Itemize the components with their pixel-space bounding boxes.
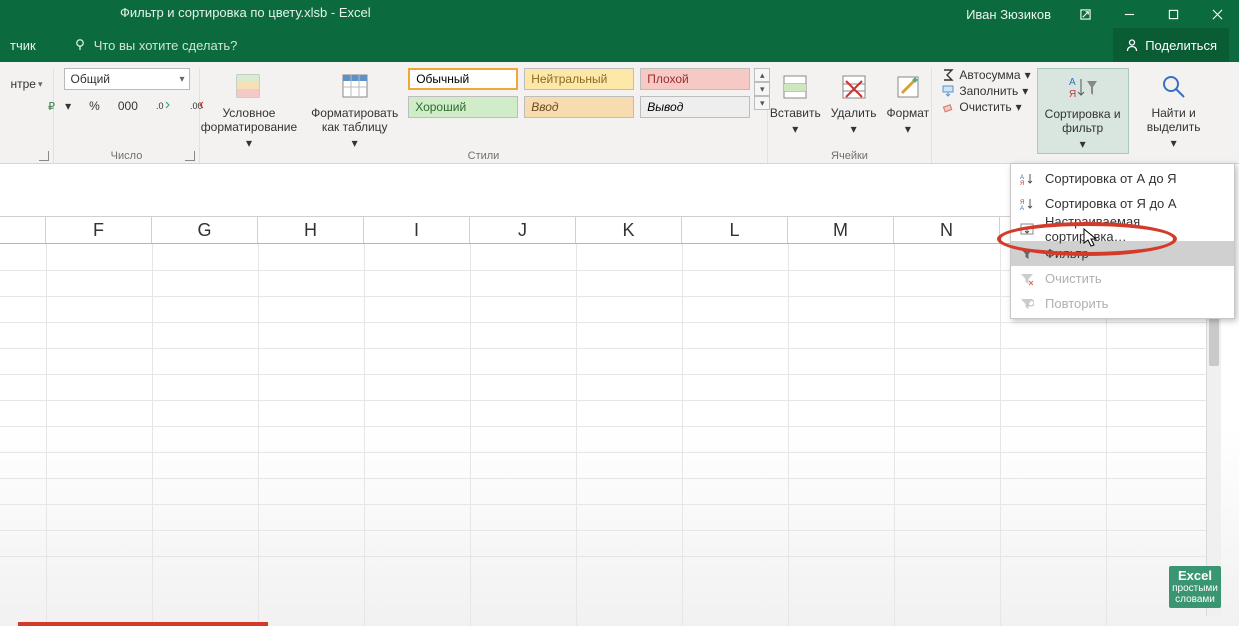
person-icon (1125, 38, 1139, 52)
conditional-formatting-button[interactable]: Условное форматирование▾ (197, 68, 301, 152)
insert-button[interactable]: Вставить▾ (766, 68, 825, 138)
column-header[interactable]: J (470, 217, 576, 243)
channel-watermark: Excel простыми словами (1169, 566, 1221, 608)
format-cell-icon (894, 73, 922, 101)
funnel-clear-icon (1020, 272, 1034, 286)
group-editing: Автосумма ▾ Заполнить ▾ Очистить ▾ АЯ Со… (932, 68, 1222, 163)
sort-filter-button[interactable]: АЯ Сортировка и фильтр▾ (1037, 68, 1129, 154)
sigma-icon (941, 68, 955, 82)
window-controls: Иван Зюзиков (966, 0, 1239, 28)
account-name[interactable]: Иван Зюзиков (966, 7, 1051, 22)
progress-bar (18, 622, 268, 626)
menu-clear-filter: Очистить (1011, 266, 1234, 291)
conditional-formatting-icon (234, 72, 264, 102)
fill-down-icon (941, 84, 955, 98)
tell-me-placeholder: Что вы хотите сделать? (94, 38, 238, 53)
delete-button[interactable]: Удалить▾ (827, 68, 881, 138)
svg-text:А: А (1020, 206, 1024, 211)
comma-format-button[interactable]: 000 (113, 96, 143, 116)
svg-text:Я: Я (1020, 181, 1024, 186)
ribbon-tab-partial[interactable]: тчик (4, 38, 42, 53)
minimize-button[interactable] (1107, 0, 1151, 28)
delete-cells-icon (840, 73, 868, 101)
eraser-icon (941, 100, 955, 114)
number-format-value: Общий (71, 72, 111, 86)
ribbon: нтре ▾ Общий ▾ ₽▾ % 000 .0 .00 (0, 62, 1239, 164)
dialog-launcher-icon[interactable] (39, 151, 49, 161)
cell-style-bad[interactable]: Плохой (640, 68, 750, 90)
group-label: Число (54, 150, 199, 163)
magnifier-icon (1159, 72, 1189, 102)
menu-filter[interactable]: Фильтр (1011, 241, 1234, 266)
group-number: Общий ▾ ₽▾ % 000 .0 .00 Число (54, 68, 200, 163)
sort-za-icon: ЯА (1020, 197, 1034, 211)
percent-format-button[interactable]: % (84, 96, 105, 116)
file-name: Фильтр и сортировка по цвету.xlsb (120, 5, 327, 20)
clear-button[interactable]: Очистить ▾ (941, 100, 1021, 114)
cell-style-good[interactable]: Хороший (408, 96, 518, 118)
column-header[interactable]: L (682, 217, 788, 243)
svg-text:А: А (1069, 77, 1076, 88)
close-button[interactable] (1195, 0, 1239, 28)
window-title: Фильтр и сортировка по цвету.xlsb - Exce… (120, 5, 371, 20)
column-header[interactable]: I (364, 217, 470, 243)
funnel-reapply-icon (1020, 297, 1034, 311)
column-header-partial[interactable] (0, 217, 46, 243)
group-styles: Условное форматирование▾ Форматировать к… (200, 68, 768, 163)
increase-decimal-icon: .0 (156, 99, 172, 113)
lightbulb-icon (74, 38, 88, 52)
cell-style-neutral[interactable]: Нейтральный (524, 68, 634, 90)
group-label: Ячейки (768, 150, 931, 163)
svg-text:.0: .0 (156, 101, 164, 111)
column-header[interactable]: N (894, 217, 1000, 243)
cell-style-input[interactable]: Ввод (524, 96, 634, 118)
sort-az-icon: АЯ (1020, 172, 1034, 186)
cell-style-normal[interactable]: Обычный (408, 68, 518, 90)
format-button[interactable]: Формат▾ (883, 68, 934, 138)
menu-sort-az[interactable]: АЯ Сортировка от А до Я (1011, 166, 1234, 191)
find-select-button[interactable]: Найти и выделить▾ (1135, 68, 1213, 152)
menu-custom-sort[interactable]: Настраиваемая сортировка… (1011, 216, 1234, 241)
menu-sort-za[interactable]: ЯА Сортировка от Я до А (1011, 191, 1234, 216)
column-header[interactable]: M (788, 217, 894, 243)
fill-button[interactable]: Заполнить ▾ (941, 84, 1028, 98)
format-as-table-icon (340, 72, 370, 102)
share-label: Поделиться (1145, 38, 1217, 53)
sort-filter-menu: АЯ Сортировка от А до Я ЯА Сортировка от… (1010, 163, 1235, 319)
column-header[interactable]: K (576, 217, 682, 243)
dialog-launcher-icon[interactable] (185, 151, 195, 161)
group-label: Стили (200, 150, 767, 163)
column-header[interactable]: G (152, 217, 258, 243)
accounting-format-button[interactable]: ₽▾ (42, 96, 76, 116)
custom-sort-icon (1020, 222, 1034, 236)
dropdown-arrow-icon: ▾ (38, 79, 43, 90)
increase-decimal-button[interactable]: .0 (151, 96, 177, 116)
column-header[interactable]: H (258, 217, 364, 243)
share-button[interactable]: Поделиться (1113, 28, 1229, 62)
number-format-dropdown[interactable]: Общий ▾ (64, 68, 190, 90)
cell-styles-gallery: Обычный Нейтральный Плохой Хороший Ввод … (408, 68, 750, 118)
group-cells: Вставить▾ Удалить▾ Формат▾ Ячейки (768, 68, 932, 163)
currency-icon: ₽ (47, 99, 63, 113)
editing-stack: Автосумма ▾ Заполнить ▾ Очистить ▾ (941, 68, 1030, 114)
sort-filter-icon: АЯ (1067, 73, 1099, 103)
maximize-button[interactable] (1151, 0, 1195, 28)
app-name: Excel (339, 5, 371, 20)
ribbon-tabs-bar: тчик Что вы хотите сделать? Поделиться (0, 28, 1239, 62)
cell-style-output[interactable]: Вывод (640, 96, 750, 118)
tell-me-box[interactable]: Что вы хотите сделать? (74, 38, 238, 53)
funnel-icon (1020, 247, 1034, 261)
insert-cells-icon (781, 73, 809, 101)
autosum-button[interactable]: Автосумма ▾ (941, 68, 1030, 82)
format-as-table-button[interactable]: Форматировать как таблицу▾ (307, 68, 402, 152)
merge-center-button[interactable]: нтре ▾ (6, 74, 48, 94)
column-header[interactable]: F (46, 217, 152, 243)
svg-text:Я: Я (1069, 89, 1076, 100)
title-bar: Фильтр и сортировка по цвету.xlsb - Exce… (0, 0, 1239, 28)
ribbon-display-options-button[interactable] (1063, 0, 1107, 28)
dropdown-arrow-icon: ▾ (179, 74, 184, 85)
svg-text:₽: ₽ (48, 101, 55, 113)
menu-reapply-filter: Повторить (1011, 291, 1234, 316)
